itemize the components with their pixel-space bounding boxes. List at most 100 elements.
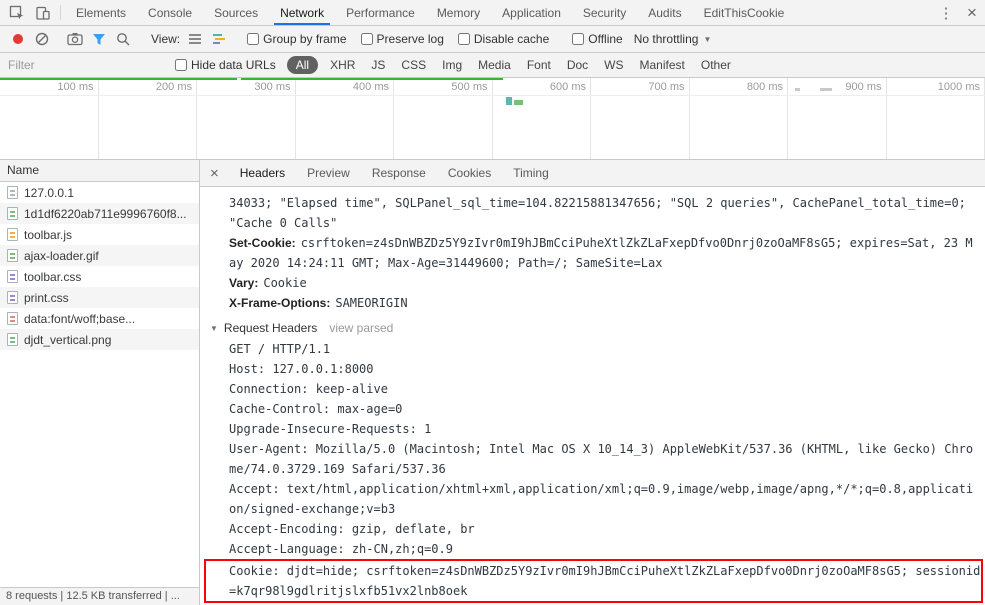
close-details-icon[interactable]: × <box>200 165 229 182</box>
filter-type-css[interactable]: CSS <box>397 56 430 74</box>
filter-icon[interactable] <box>87 26 111 52</box>
hide-data-urls-input[interactable] <box>175 59 187 71</box>
group-by-frame-input[interactable] <box>247 33 260 45</box>
request-row[interactable]: 1d1df6220ab711e9996760f8... <box>0 203 199 224</box>
stylesheet-file-icon <box>7 270 18 283</box>
request-row[interactable]: ajax-loader.gif <box>0 245 199 266</box>
request-row[interactable]: print.css <box>0 287 199 308</box>
header-name: X-Frame-Options: <box>229 296 331 310</box>
details-tab-timing[interactable]: Timing <box>502 160 560 186</box>
request-headers-section-header[interactable]: ▼ Request Headers view parsed <box>210 321 975 335</box>
filter-type-js[interactable]: JS <box>367 56 389 74</box>
tab-network[interactable]: Network <box>269 0 335 25</box>
close-glyph: × <box>967 2 977 22</box>
preserve-log-checkbox[interactable]: Preserve log <box>360 32 444 46</box>
waterfall-tick <box>795 88 800 91</box>
filter-type-manifest[interactable]: Manifest <box>636 56 689 74</box>
ruler-separator <box>0 95 985 96</box>
tab-audits[interactable]: Audits <box>637 0 692 25</box>
tab-performance[interactable]: Performance <box>335 0 426 25</box>
details-tab-preview[interactable]: Preview <box>296 160 361 186</box>
filter-type-img[interactable]: Img <box>438 56 466 74</box>
devtools-window: Elements Console Sources Network Perform… <box>0 0 985 605</box>
inspect-element-icon[interactable] <box>4 0 30 25</box>
clear-button[interactable] <box>30 26 54 52</box>
device-toolbar-icon[interactable] <box>30 0 56 25</box>
header-value: Cookie <box>263 276 307 290</box>
timeline-cell: 800 ms <box>690 78 788 159</box>
network-main-area: Name 127.0.0.1 1d1df6220ab711e9996760f8.… <box>0 160 985 605</box>
details-tab-headers[interactable]: Headers <box>229 160 296 186</box>
name-column-header[interactable]: Name <box>0 160 199 182</box>
filter-type-doc[interactable]: Doc <box>563 56 592 74</box>
disable-cache-checkbox[interactable]: Disable cache <box>457 32 549 46</box>
request-row[interactable]: toolbar.css <box>0 266 199 287</box>
screenshot-capture-icon[interactable] <box>63 26 87 52</box>
timeline-overview[interactable]: 100 ms 200 ms 300 ms 400 ms 500 ms 600 m… <box>0 78 985 160</box>
request-name: djdt_vertical.png <box>24 332 112 347</box>
tab-sources[interactable]: Sources <box>203 0 269 25</box>
details-tab-cookies[interactable]: Cookies <box>437 160 502 186</box>
request-name: ajax-loader.gif <box>24 248 99 263</box>
record-dot-icon <box>13 34 23 44</box>
offline-checkbox[interactable]: Offline <box>572 32 623 46</box>
script-file-icon <box>7 228 18 241</box>
hide-data-urls-checkbox[interactable]: Hide data URLs <box>175 58 276 72</box>
throttling-dropdown[interactable]: No throttling ▼ <box>634 32 712 46</box>
view-parsed-link[interactable]: view parsed <box>329 321 393 335</box>
close-devtools-icon[interactable]: × <box>959 0 985 25</box>
tab-elements[interactable]: Elements <box>65 0 137 25</box>
requests-list: 127.0.0.1 1d1df6220ab711e9996760f8... to… <box>0 182 199 587</box>
waterfall-bar <box>506 97 512 105</box>
filter-input[interactable] <box>8 58 168 72</box>
view-overview-icon[interactable] <box>207 26 231 52</box>
timeline-green-line <box>241 78 503 80</box>
view-label: View: <box>151 32 181 46</box>
headers-content: 34033; "Elapsed time", SQLPanel_sql_time… <box>200 187 985 605</box>
more-menu-glyph: ⋮ <box>938 4 954 22</box>
document-file-icon <box>7 186 18 199</box>
raw-header-line: GET / HTTP/1.1 <box>229 342 331 356</box>
request-row[interactable]: toolbar.js <box>0 224 199 245</box>
requests-panel: Name 127.0.0.1 1d1df6220ab711e9996760f8.… <box>0 160 200 605</box>
request-row[interactable]: data:font/woff;base... <box>0 308 199 329</box>
tick-label: 700 ms <box>648 81 685 93</box>
tick-label: 1000 ms <box>937 81 980 93</box>
details-tab-response[interactable]: Response <box>361 160 437 186</box>
stylesheet-file-icon <box>7 291 18 304</box>
filter-type-all[interactable]: All <box>286 56 319 74</box>
tab-memory[interactable]: Memory <box>426 0 491 25</box>
timeline-cell: 200 ms <box>99 78 197 159</box>
triangle-down-icon[interactable]: ▼ <box>210 324 218 333</box>
tab-console[interactable]: Console <box>137 0 203 25</box>
cookie-header-line: Cookie: djdt=hide; csrftoken=z4sDnWBZDz5… <box>229 564 981 598</box>
filter-type-font[interactable]: Font <box>523 56 555 74</box>
tab-security[interactable]: Security <box>572 0 637 25</box>
chevron-down-icon: ▼ <box>703 34 712 44</box>
raw-header-line: User-Agent: Mozilla/5.0 (Macintosh; Inte… <box>229 442 974 476</box>
disable-cache-input[interactable] <box>457 33 470 45</box>
filter-type-xhr[interactable]: XHR <box>326 56 359 74</box>
timeline-cell: 500 ms <box>394 78 493 159</box>
image-file-icon <box>7 207 18 220</box>
timeline-green-line <box>0 78 237 80</box>
header-name: Vary: <box>229 276 259 290</box>
filter-type-other[interactable]: Other <box>697 56 735 74</box>
filter-type-media[interactable]: Media <box>474 56 515 74</box>
record-button[interactable] <box>6 26 30 52</box>
offline-input[interactable] <box>572 33 585 45</box>
filter-type-ws[interactable]: WS <box>600 56 627 74</box>
timeline-cell: 600 ms <box>493 78 591 159</box>
details-tab-bar: × Headers Preview Response Cookies Timin… <box>200 160 985 187</box>
request-row[interactable]: djdt_vertical.png <box>0 329 199 350</box>
request-name: data:font/woff;base... <box>24 311 136 326</box>
tab-editthiscookie[interactable]: EditThisCookie <box>693 0 796 25</box>
search-icon[interactable] <box>111 26 135 52</box>
more-menu-icon[interactable]: ⋮ <box>933 0 959 25</box>
tab-application[interactable]: Application <box>491 0 572 25</box>
preserve-log-input[interactable] <box>360 33 373 45</box>
group-by-frame-checkbox[interactable]: Group by frame <box>247 32 347 46</box>
image-file-icon <box>7 249 18 262</box>
view-list-icon[interactable] <box>183 26 207 52</box>
request-row[interactable]: 127.0.0.1 <box>0 182 199 203</box>
